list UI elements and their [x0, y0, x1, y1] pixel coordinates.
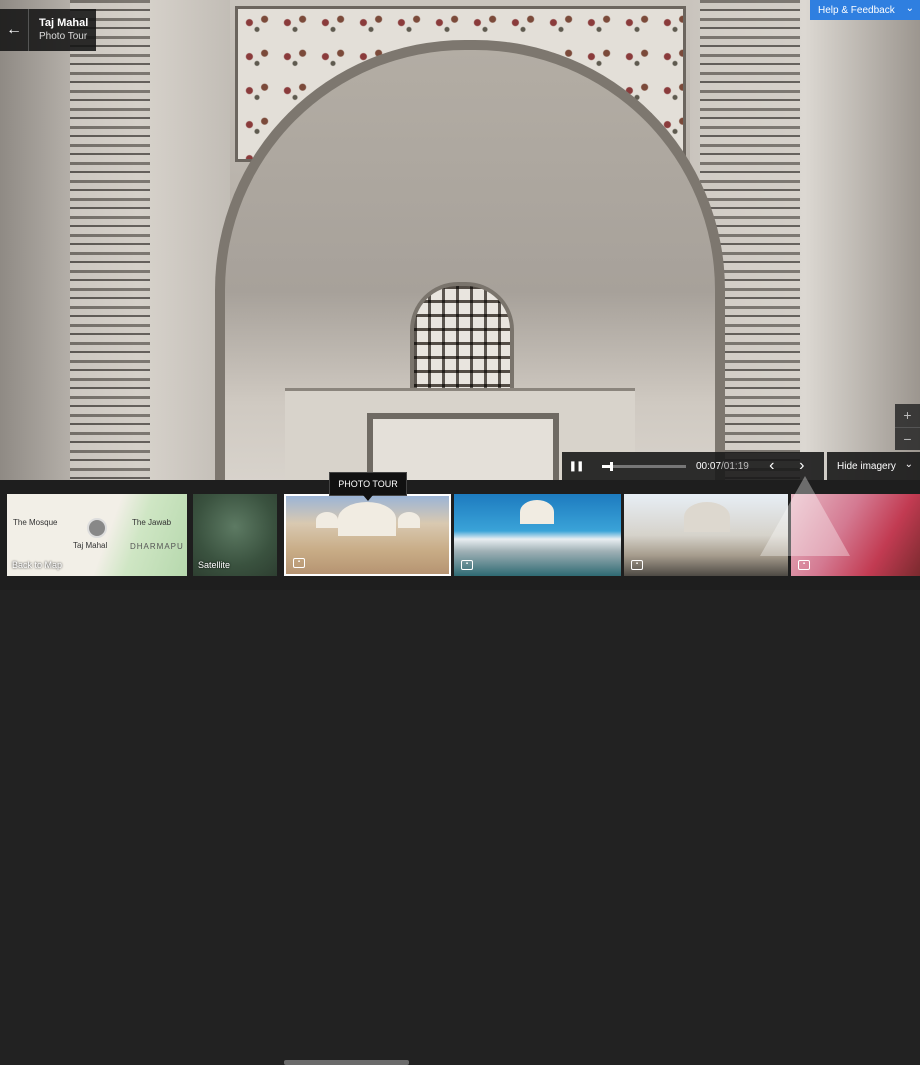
filmstrip-scrollbar[interactable] — [284, 1060, 409, 1065]
calligraphy-band-left — [70, 0, 150, 480]
photo-thumbnail-2[interactable]: ▪ — [454, 494, 621, 576]
previous-icon[interactable]: ‹ — [757, 457, 787, 475]
dome-shape — [684, 502, 730, 532]
map-label-mosque: The Mosque — [13, 518, 58, 527]
camera-icon: ▪ — [798, 560, 810, 570]
satellite-thumbnail[interactable]: Satellite — [193, 494, 277, 576]
map-thumbnail[interactable]: The Mosque The Jawab Taj Mahal DHARMAPU … — [7, 494, 187, 576]
street-view-imagery[interactable] — [0, 0, 920, 480]
watermark-logo — [760, 476, 850, 556]
map-label-taj: Taj Mahal — [73, 541, 108, 550]
dome-shape — [520, 500, 554, 524]
doorway — [367, 413, 559, 480]
help-feedback-button[interactable]: Help & Feedback ⌄ — [810, 0, 920, 20]
camera-icon: ▪ — [293, 558, 305, 568]
time-display: 00:07/01:19 — [696, 461, 749, 472]
tour-title: Taj Mahal — [39, 17, 89, 29]
camera-icon: ▪ — [461, 560, 473, 570]
hide-imagery-label: Hide imagery — [837, 460, 896, 472]
photo-thumbnail-1[interactable]: ▪ — [284, 494, 451, 576]
pause-icon[interactable]: ❚❚ — [562, 452, 590, 480]
zoom-controls: + − — [895, 404, 920, 450]
dome-shape — [338, 502, 396, 536]
chevron-down-icon: ⌄ — [905, 3, 914, 14]
help-label: Help & Feedback — [818, 4, 895, 16]
satellite-label: Satellite — [198, 560, 231, 570]
chevron-down-icon: ⌄ — [904, 459, 913, 470]
time-total: /01:19 — [721, 460, 749, 472]
time-current: 00:07 — [696, 460, 722, 472]
photo-tour-tooltip: PHOTO TOUR — [329, 472, 407, 501]
zoom-out-button[interactable]: − — [895, 428, 920, 451]
map-label-jawab: The Jawab — [132, 518, 172, 527]
back-to-map-label: Back to Map — [12, 560, 63, 570]
tour-header: ← Taj Mahal Photo Tour — [0, 9, 96, 51]
map-label-dharmapur: DHARMAPU — [130, 542, 184, 551]
tour-title-block: Taj Mahal Photo Tour — [29, 17, 88, 43]
pegman-icon — [87, 518, 107, 538]
next-icon[interactable]: › — [787, 457, 817, 475]
back-arrow-icon[interactable]: ← — [0, 9, 29, 51]
dome-shape — [316, 512, 338, 528]
lattice-window — [410, 282, 514, 396]
camera-icon: ▪ — [631, 560, 643, 570]
progress-fill — [602, 464, 610, 468]
dome-shape — [398, 512, 420, 528]
zoom-in-button[interactable]: + — [895, 404, 920, 428]
progress-handle[interactable] — [609, 461, 613, 471]
progress-bar[interactable] — [602, 461, 686, 471]
tour-subtitle: Photo Tour — [39, 31, 88, 42]
